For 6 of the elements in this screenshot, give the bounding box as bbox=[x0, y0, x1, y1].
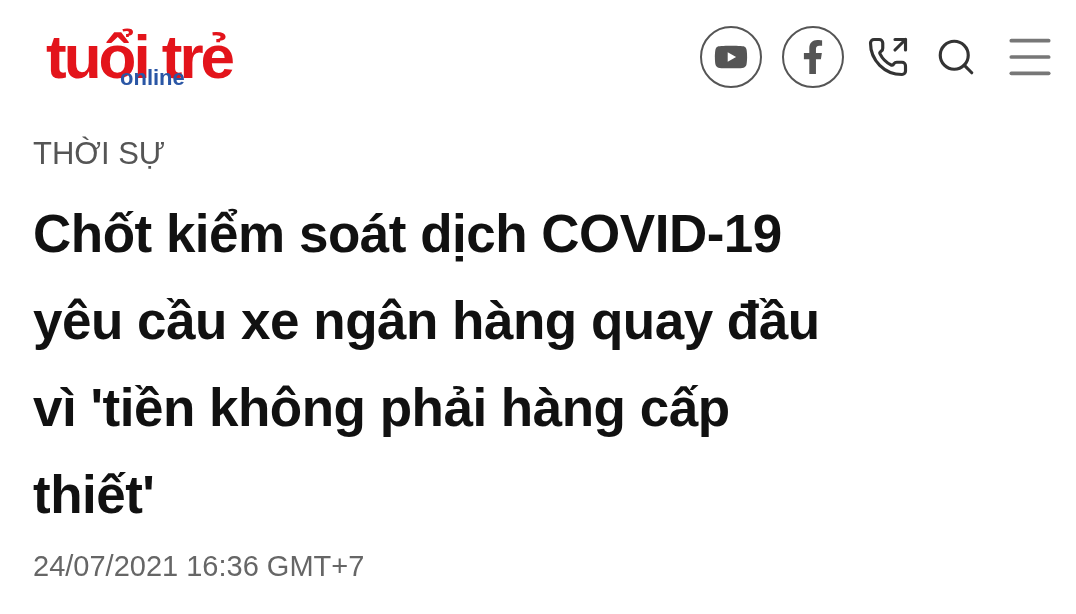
youtube-button[interactable] bbox=[700, 26, 762, 88]
article-title: Chốt kiểm soát dịch COVID-19 yêu cầu xe ngân hàng quay đầu vì 'tiền không phải hàng cấp thiết' bbox=[33, 203, 821, 526]
facebook-button[interactable] bbox=[782, 26, 844, 88]
phone-icon bbox=[867, 36, 909, 78]
publish-date: 24/07/2021 16:36 GMT+7 bbox=[33, 549, 366, 584]
category-label[interactable]: THỜI SỰ bbox=[33, 134, 1043, 174]
